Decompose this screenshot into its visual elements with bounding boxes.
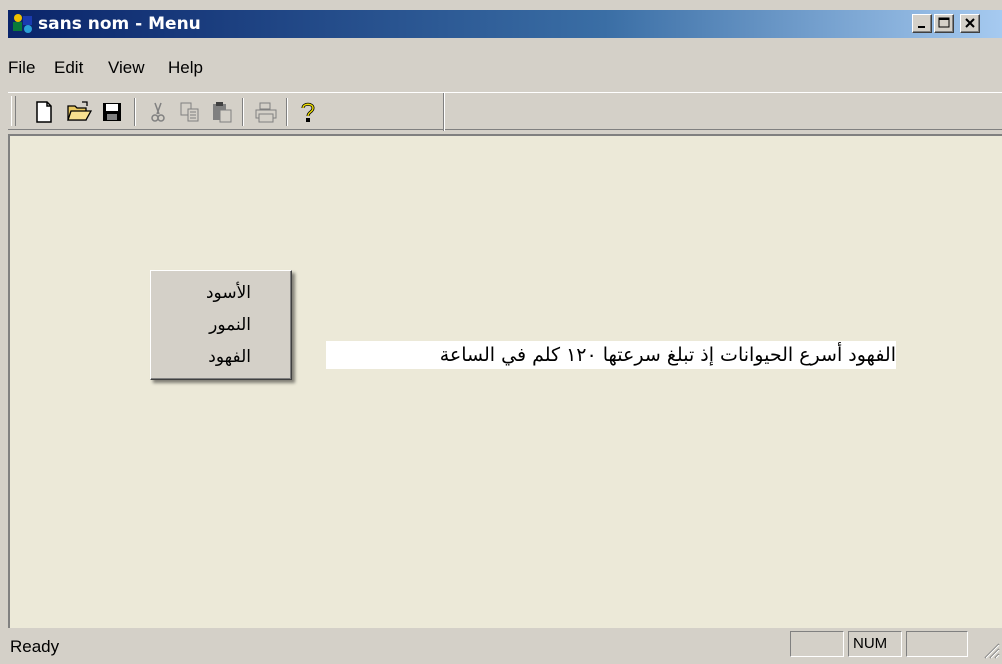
toolbar-separator [242,98,244,126]
menu-help[interactable]: Help [168,58,203,78]
menu-edit[interactable]: Edit [54,58,83,78]
minimize-icon [918,26,925,28]
menu-view[interactable]: View [108,58,145,78]
app-icon [12,13,34,35]
toolbar-grip[interactable] [11,96,16,126]
popup-item-lions[interactable]: الأسود [206,283,251,303]
popup-item-cheetahs[interactable]: الفهود [208,347,251,367]
status-pane-num: NUM [848,631,902,657]
copy-icon[interactable] [178,100,202,124]
minimize-button[interactable] [912,14,932,33]
status-pane-scroll [906,631,968,657]
title-bar[interactable]: sans nom - Menu [8,10,1002,38]
menu-file[interactable]: File [8,58,35,78]
resize-grip-icon[interactable] [982,638,1000,660]
save-disk-icon[interactable] [100,100,124,124]
toolbar-separator [286,98,288,126]
toolbar [8,92,1002,131]
client-area [8,134,1002,628]
help-icon[interactable] [296,100,320,124]
close-button[interactable] [960,14,980,33]
window-title: sans nom - Menu [38,14,201,34]
new-file-icon[interactable] [32,100,56,124]
content-text: الفهود أسرع الحيوانات إذ تبلغ سرعتها ١٢٠… [326,341,896,369]
maximize-icon [938,17,950,28]
app-window: sans nom - Menu File Edit View Help الأس… [0,0,1002,662]
status-pane-caps [790,631,844,657]
toolbar-end-separator [443,93,445,131]
print-icon[interactable] [254,100,278,124]
cut-icon[interactable] [146,100,170,124]
toolbar-separator [134,98,136,126]
status-text: Ready [10,637,60,656]
maximize-button[interactable] [934,14,954,33]
paste-icon[interactable] [210,100,234,124]
open-folder-icon[interactable] [66,100,93,124]
close-icon [965,18,975,28]
popup-item-tigers[interactable]: النمور [209,315,251,335]
popup-list: الأسود النمور الفهود [150,270,292,380]
status-bar: Ready NUM [0,628,1002,662]
